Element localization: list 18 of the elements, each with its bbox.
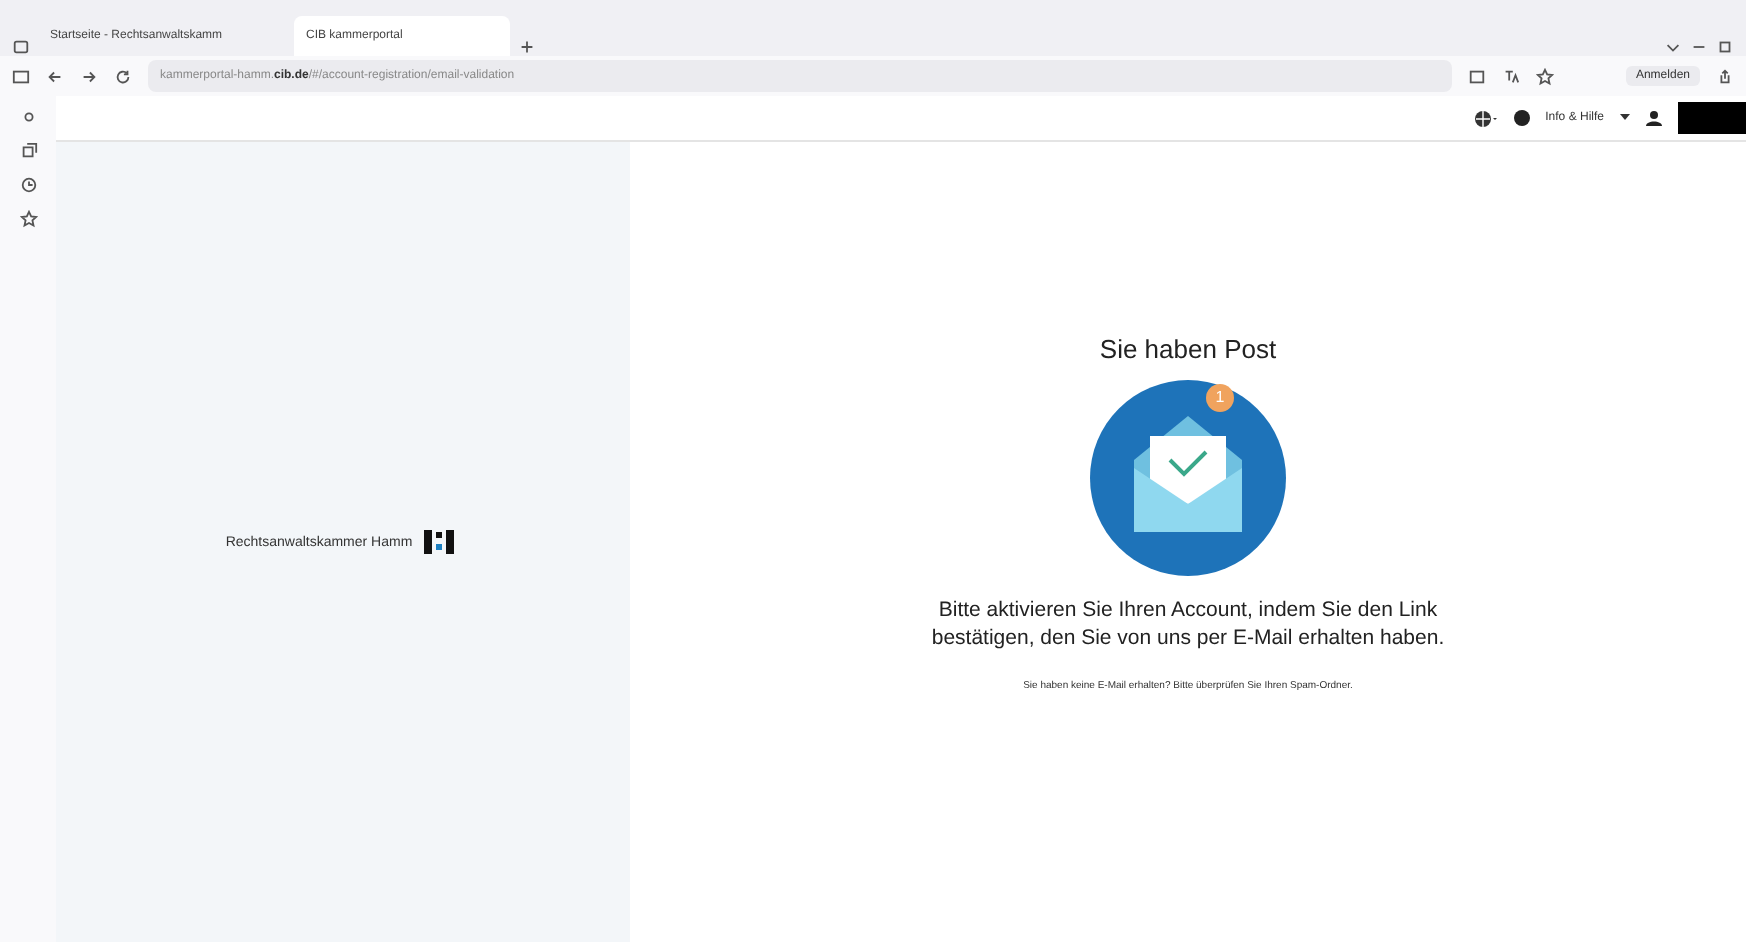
redacted-block <box>1678 102 1746 134</box>
reader-icon[interactable] <box>1468 67 1486 85</box>
share-icon[interactable] <box>1716 67 1734 85</box>
translate-icon[interactable] <box>1502 67 1520 85</box>
user-icon[interactable] <box>1646 110 1662 126</box>
sidebar-icon[interactable] <box>12 67 30 85</box>
reload-icon[interactable] <box>114 67 132 85</box>
forward-icon[interactable] <box>80 67 98 85</box>
instruction-text: Bitte aktivieren Sie Ihren Account, indem Sie den Link bestätigen, den Sie von uns per E-Mail erhalten haben. <box>929 595 1447 651</box>
back-icon[interactable] <box>46 67 64 85</box>
star-icon[interactable] <box>1536 67 1554 85</box>
page-title: Sie haben Post <box>1099 333 1277 363</box>
tab-list-icon[interactable] <box>12 38 30 56</box>
clock-icon[interactable] <box>19 176 37 194</box>
restore-icon[interactable] <box>1716 38 1734 56</box>
new-tab-icon[interactable] <box>518 38 536 56</box>
caret-icon[interactable] <box>1620 114 1630 122</box>
star-icon[interactable] <box>19 210 37 228</box>
